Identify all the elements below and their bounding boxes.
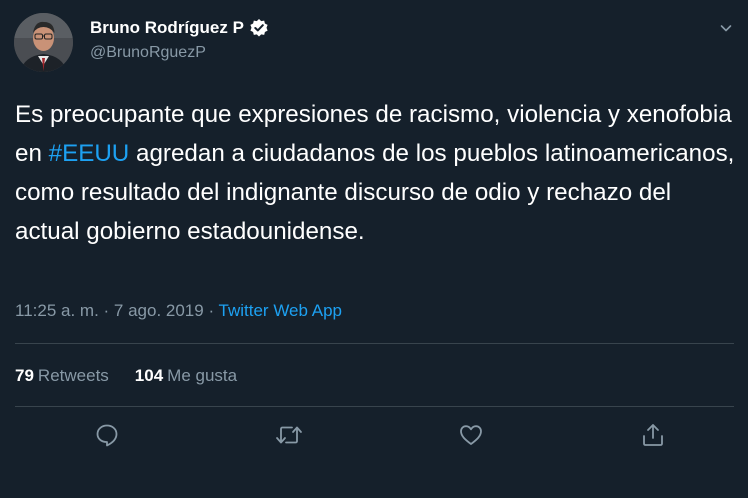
share-icon bbox=[640, 422, 666, 453]
reply-button[interactable] bbox=[92, 422, 122, 452]
hashtag-link[interactable]: #EEUU bbox=[49, 140, 130, 167]
divider bbox=[15, 343, 734, 344]
retweets-count: 79 bbox=[15, 366, 34, 385]
reply-icon bbox=[94, 422, 120, 453]
author-name-row: Bruno Rodríguez P bbox=[90, 18, 269, 38]
share-button[interactable] bbox=[638, 422, 668, 452]
chevron-down-icon[interactable] bbox=[718, 20, 734, 36]
tweet-text: Es preocupante que expresiones de racism… bbox=[15, 95, 740, 251]
tweet-source-link[interactable]: Twitter Web App bbox=[219, 301, 342, 320]
likes-count: 104 bbox=[134, 366, 164, 385]
retweets-label: Retweets bbox=[37, 366, 109, 385]
retweets-stat[interactable]: 79 Retweets bbox=[15, 366, 109, 386]
tweet-time[interactable]: 11:25 a. m. bbox=[15, 301, 99, 320]
tweet-actions bbox=[0, 422, 748, 454]
likes-stat[interactable]: 104 Me gusta bbox=[135, 366, 237, 386]
tweet-stats: 79 Retweets 104 Me gusta bbox=[15, 366, 263, 386]
retweet-button[interactable] bbox=[274, 422, 304, 452]
author-name[interactable]: Bruno Rodríguez P bbox=[90, 18, 244, 38]
likes-label: Me gusta bbox=[167, 366, 238, 385]
like-button[interactable] bbox=[456, 422, 486, 452]
verified-badge-icon bbox=[249, 18, 269, 38]
divider bbox=[15, 406, 734, 407]
meta-separator: · bbox=[203, 301, 219, 320]
author-handle[interactable]: @BrunoRguezP bbox=[90, 44, 206, 62]
retweet-icon bbox=[275, 422, 303, 453]
tweet-date[interactable]: 7 ago. 2019 bbox=[114, 301, 204, 320]
meta-separator: · bbox=[98, 301, 114, 320]
tweet-meta: 11:25 a. m. · 7 ago. 2019 · Twitter Web … bbox=[15, 301, 342, 321]
avatar[interactable] bbox=[14, 13, 73, 72]
like-icon bbox=[458, 422, 484, 453]
